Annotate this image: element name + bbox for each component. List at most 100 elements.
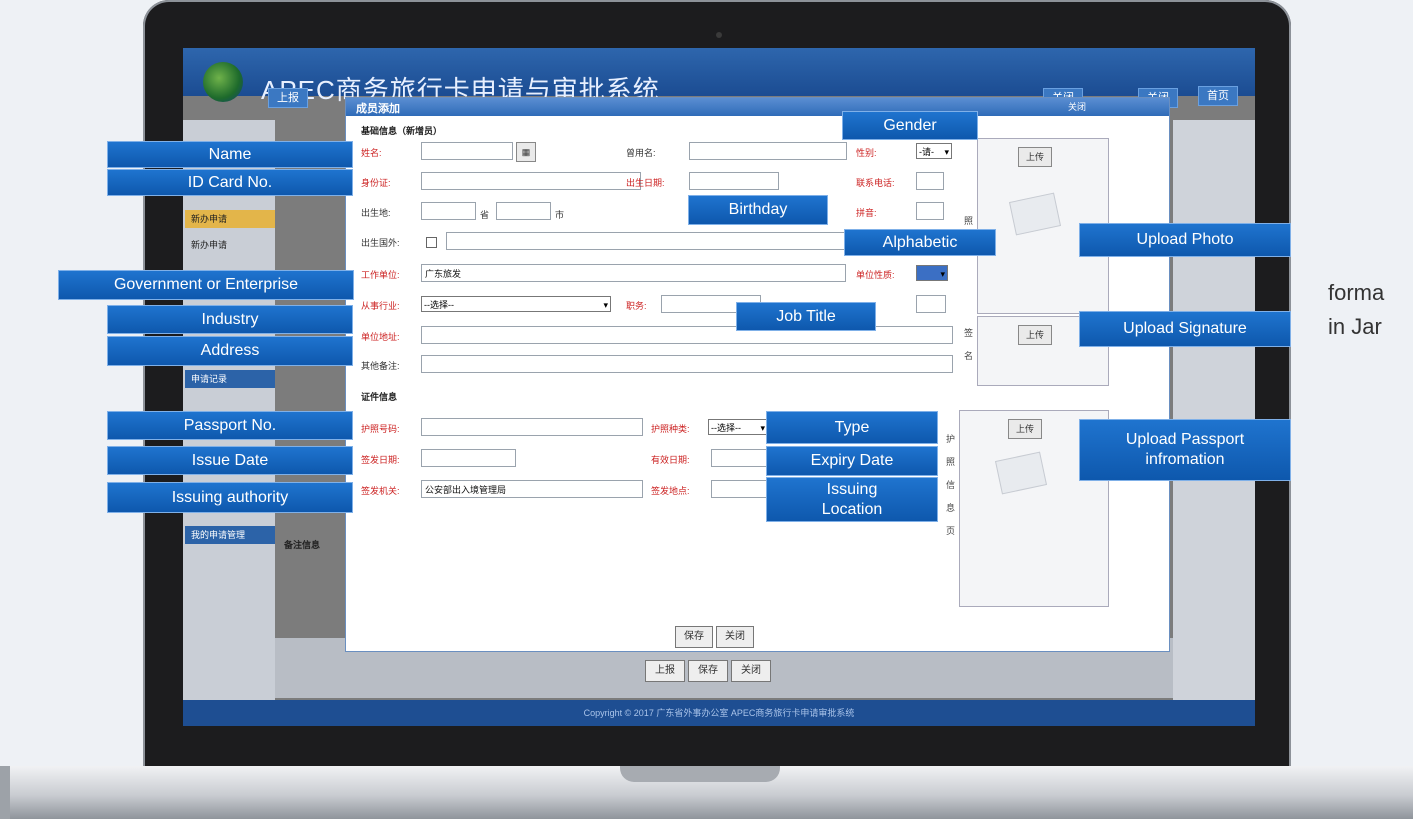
unit-address-label: 单位地址: [361,332,400,342]
remarks-label: 其他备注: [361,361,400,371]
callout-issue-date: Issue Date [107,446,353,475]
gender-select[interactable]: -请- [916,143,952,160]
basic-info-header: 基础信息（新增员） [361,126,443,136]
callout-issuing-location: Issuing Location [766,477,938,522]
phone-label: 联系电话: [856,178,895,188]
member-dialog: 成员添加 关闭 基础信息（新增员） 姓名: ▦ 曾用名: 性别: -请- 身份证… [284,97,1170,652]
dialog-save-button[interactable]: 保存 [675,626,713,648]
name-lookup-button[interactable]: ▦ [516,142,536,162]
province-unit: 省 [480,210,490,220]
callout-name: Name [107,141,353,168]
expiry-date-input[interactable] [711,449,771,467]
issuing-authority-input[interactable]: 公安部出入境管理局 [421,480,643,498]
abroad-checkbox[interactable] [426,237,437,248]
callout-birthday: Birthday [688,195,828,225]
birthday-label: 出生日期: [626,178,665,188]
passport-vlabel-3: 信 [946,480,956,490]
callout-id-card: ID Card No. [107,169,353,196]
cert-info-header: 证件信息 [361,392,398,402]
dialog-close-link[interactable]: 关闭 [1068,100,1086,113]
work-unit-label: 工作单位: [361,270,400,280]
unit-type-select[interactable] [916,265,948,282]
submit-button[interactable]: 上报 [645,660,685,682]
dialog-title: 成员添加 [356,103,400,115]
gender-label: 性别: [856,148,877,158]
callout-address: Address [107,336,353,366]
callout-expiry-date: Expiry Date [766,446,938,476]
name-label: 姓名: [361,148,382,158]
id-card-input[interactable] [421,172,641,190]
signature-vlabel-2: 名 [964,351,974,361]
former-name-label: 曾用名: [626,148,656,158]
job-title-label: 职务: [626,301,647,311]
city-unit: 市 [555,210,565,220]
dialog-close-button[interactable]: 关闭 [716,626,754,648]
remarks-input[interactable] [421,355,953,373]
close-button[interactable]: 关闭 [731,660,771,682]
sidebar-item-manage[interactable]: 我的申请管理 [185,526,275,544]
sidebar-item-records[interactable]: 申请记录 [185,370,275,388]
photo-placeholder-icon [1008,192,1062,236]
save-button[interactable]: 保存 [688,660,728,682]
name-input[interactable] [421,142,513,160]
city-input[interactable] [496,202,551,220]
callout-gender: Gender [842,111,978,140]
top-submit-button[interactable]: 上报 [268,88,308,108]
sidebar-item-new-2[interactable]: 新办申请 [185,236,275,254]
issue-date-input[interactable] [421,449,516,467]
apec-logo [203,62,243,102]
passport-vlabel-4: 息 [946,503,956,513]
alphabetic-input[interactable] [916,202,944,220]
job-extra-input[interactable] [916,295,946,313]
camera [716,32,722,38]
unit-type-label: 单位性质: [856,270,895,280]
app-header: APEC商务旅行卡申请与审批系统 [183,48,1255,105]
signature-vlabel-1: 签 [964,328,974,338]
upload-passport-button[interactable]: 上传 [1008,419,1042,439]
nationality-label: 出生国外: [361,238,400,248]
id-card-label: 身份证: [361,178,391,188]
issue-date-label: 签发日期: [361,455,400,465]
passport-no-label: 护照号码: [361,424,400,434]
issuing-location-input[interactable] [711,480,771,498]
callout-industry: Industry [107,305,353,334]
industry-select[interactable]: --选择-- [421,296,611,313]
remark-info-label: 备注信息 [284,540,321,550]
callout-job-title: Job Title [736,302,876,331]
home-button[interactable]: 首页 [1198,86,1238,106]
callout-upload-passport: Upload Passport infromation [1079,419,1291,481]
expiry-date-label: 有效日期: [651,455,690,465]
abroad-input[interactable] [446,232,856,250]
passport-placeholder-icon [994,451,1048,495]
app-footer: Copyright © 2017 广东省外事办公室 APEC商务旅行卡申请审批系… [183,700,1255,726]
passport-vlabel-1: 护 [946,434,956,444]
work-unit-input[interactable]: 广东旅发 [421,264,846,282]
upload-signature-button[interactable]: 上传 [1018,325,1052,345]
callout-passport-no: Passport No. [107,411,353,440]
callout-type: Type [766,411,938,444]
province-input[interactable] [421,202,476,220]
app-right-panel [1173,120,1255,710]
passport-type-select[interactable]: --选择-- [708,419,768,436]
callout-upload-photo: Upload Photo [1079,223,1291,257]
issuing-authority-label: 签发机关: [361,486,400,496]
former-name-input[interactable] [689,142,847,160]
callout-upload-signature: Upload Signature [1079,311,1291,347]
upload-photo-button[interactable]: 上传 [1018,147,1052,167]
callout-government: Government or Enterprise [58,270,354,300]
callout-alphabetic: Alphabetic [844,229,996,256]
passport-type-label: 护照种类: [651,424,690,434]
industry-label: 从事行业: [361,301,400,311]
sidebar-item-new[interactable]: 新办申请 [185,210,275,228]
laptop-notch [620,766,780,782]
birthday-input[interactable] [689,172,779,190]
phone-input[interactable] [916,172,944,190]
passport-vlabel-2: 照 [946,457,956,467]
issuing-location-label: 签发地点: [651,486,690,496]
alphabetic-label: 拼音: [856,208,877,218]
laptop-edge [0,766,10,819]
dialog-titlebar: 成员添加 关闭 [346,98,1169,116]
side-text: forma in Jar [1328,280,1385,339]
passport-vlabel-5: 页 [946,526,956,536]
passport-no-input[interactable] [421,418,643,436]
